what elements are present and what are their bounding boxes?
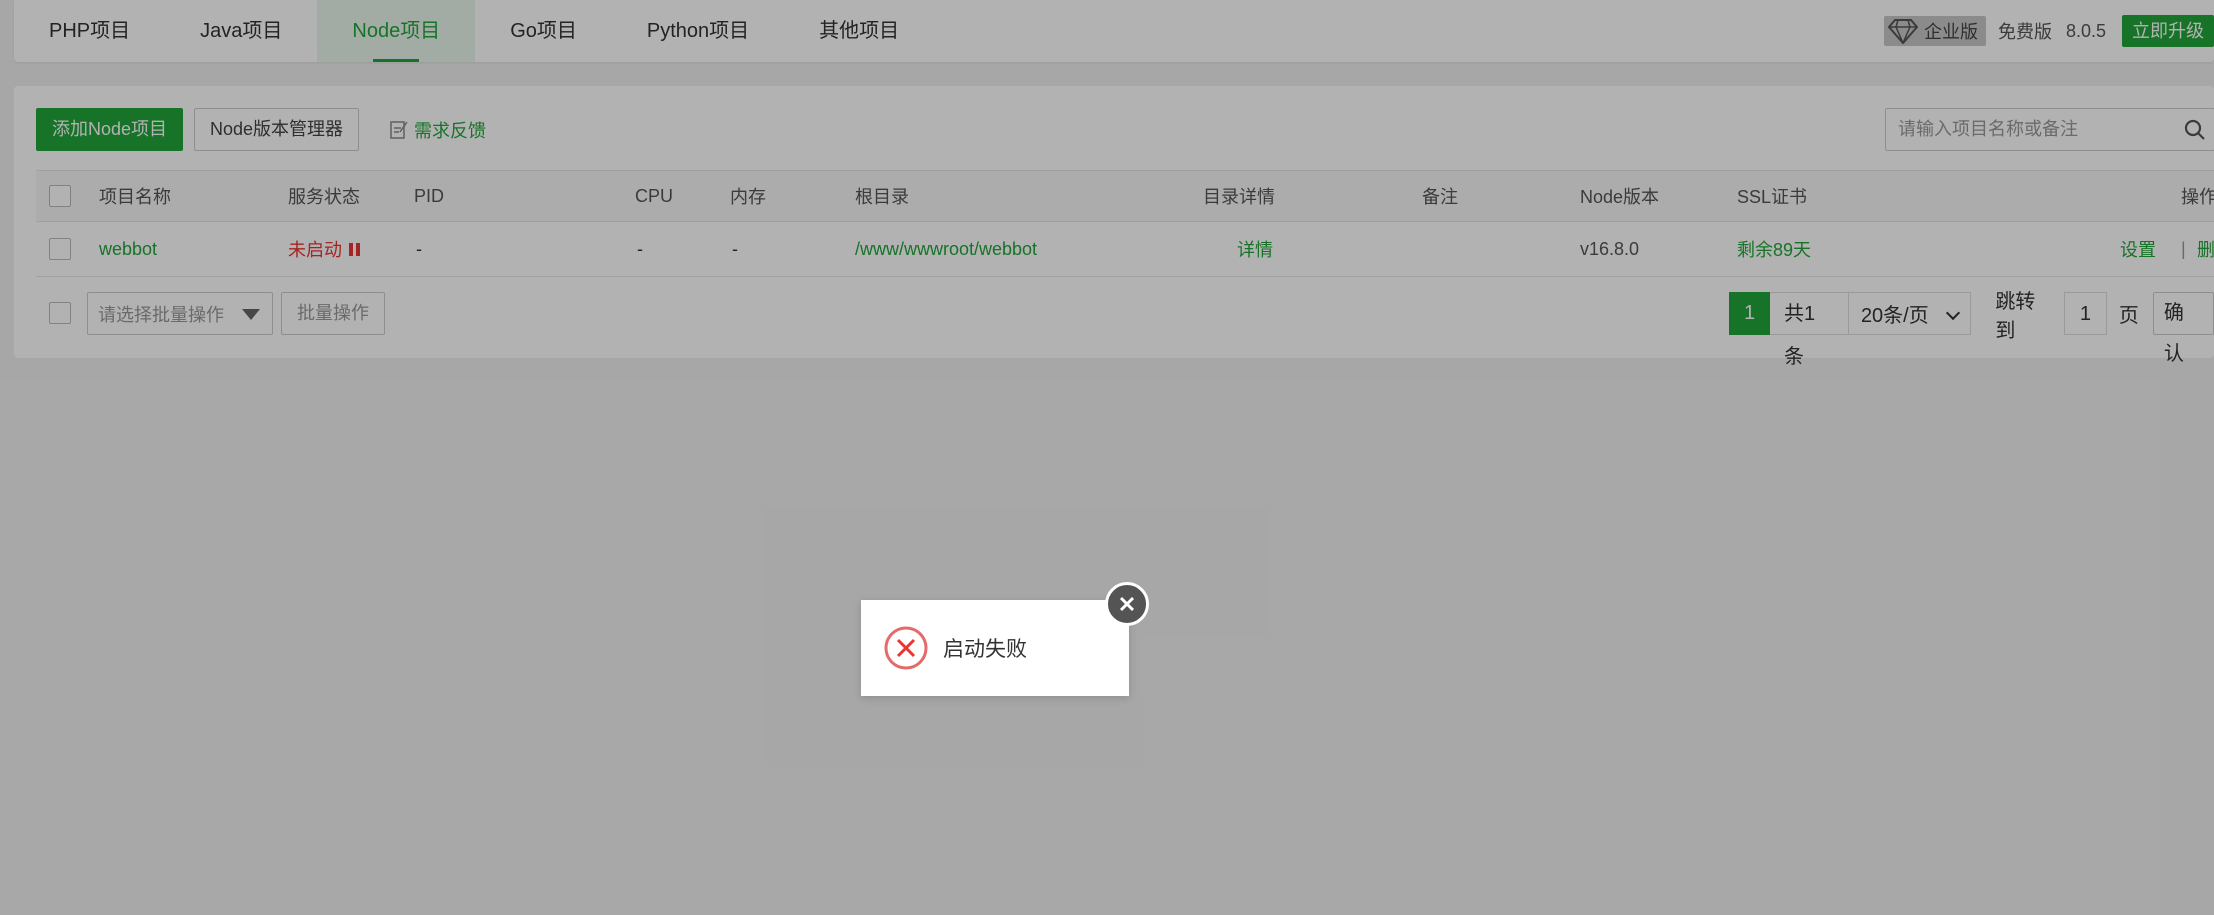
close-icon [1119,596,1135,612]
error-circle-icon [884,626,928,670]
toast-message: 启动失败 [943,638,1027,661]
modal-overlay[interactable] [0,0,2214,915]
close-toast-button[interactable] [1105,582,1149,626]
error-toast: 启动失败 [861,600,1129,696]
